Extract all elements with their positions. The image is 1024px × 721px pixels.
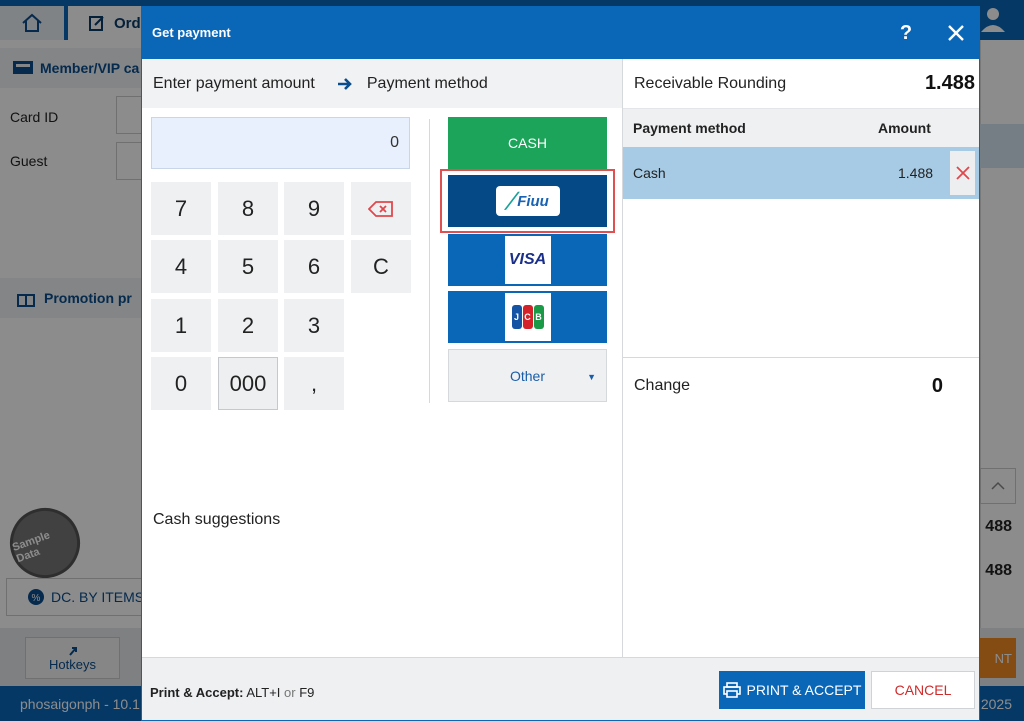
close-button[interactable]	[942, 19, 970, 47]
key-7[interactable]: 7	[151, 182, 211, 235]
jcb-logo: JCB	[504, 293, 551, 341]
key-8[interactable]: 8	[218, 182, 278, 235]
step-enter-amount: Enter payment amount	[153, 74, 315, 92]
change-value: 0	[931, 374, 943, 397]
jcb-method-button[interactable]: JCB	[448, 291, 607, 343]
printer-icon	[722, 682, 741, 698]
shortcut-or: or	[284, 685, 296, 700]
receivable-value: 1.488	[924, 72, 975, 94]
key-5[interactable]: 5	[218, 240, 278, 293]
chevron-down-icon: ▼	[587, 372, 596, 382]
other-method-label: Other	[509, 367, 545, 384]
help-button[interactable]: ?	[894, 19, 918, 47]
receivable-label: Receivable Rounding	[634, 74, 787, 92]
payment-row-amount: 1.488	[898, 165, 934, 181]
get-payment-dialog: Get payment ? Enter payment amount Payme…	[141, 6, 980, 721]
key-6[interactable]: 6	[284, 240, 344, 293]
cancel-button[interactable]: CANCEL	[871, 671, 975, 709]
key-000[interactable]: 000	[218, 357, 278, 410]
cash-method-button[interactable]: CASH	[448, 117, 607, 169]
visa-logo: VISA	[504, 236, 551, 284]
backspace-key[interactable]	[351, 182, 411, 235]
clear-key[interactable]: C	[351, 240, 411, 293]
arrow-right-icon	[337, 77, 352, 90]
cash-method-label: CASH	[508, 135, 547, 151]
summary-divider	[623, 357, 979, 358]
amount-input[interactable]: 0	[151, 117, 410, 169]
payment-row-method: Cash	[633, 165, 666, 181]
key-2[interactable]: 2	[218, 299, 278, 352]
payment-method-column-header: Payment method	[633, 120, 746, 136]
print-accept-label: PRINT & ACCEPT	[746, 682, 862, 698]
shortcut-keys-2: F9	[299, 685, 315, 700]
shortcut-keys-1: ALT+I	[246, 685, 281, 700]
amount-column-header: Amount	[878, 120, 931, 136]
table-row[interactable]: Cash 1.488	[623, 147, 979, 199]
visa-method-button[interactable]: VISA	[448, 234, 607, 286]
dialog-title: Get payment	[152, 25, 231, 40]
cash-suggestions-label: Cash suggestions	[153, 511, 281, 528]
key-9[interactable]: 9	[284, 182, 344, 235]
keypad-divider	[429, 119, 430, 403]
receivable-row: Receivable Rounding 1.488	[623, 59, 979, 109]
other-method-dropdown[interactable]: Other ▼	[448, 349, 607, 402]
close-icon	[955, 166, 970, 180]
payment-table-header: Payment method Amount	[623, 109, 979, 147]
key-comma[interactable]: ,	[284, 357, 344, 410]
cancel-label: CANCEL	[894, 682, 952, 698]
remove-payment-button[interactable]	[950, 151, 975, 195]
steps-bar: Enter payment amount Payment method	[142, 59, 622, 108]
step-payment-method: Payment method	[366, 74, 488, 92]
key-1[interactable]: 1	[151, 299, 211, 352]
key-3[interactable]: 3	[284, 299, 344, 352]
change-label: Change	[634, 377, 691, 394]
shortcut-label: Print & Accept:	[150, 685, 244, 700]
shortcut-hint: Print & Accept: ALT+I or F9	[150, 685, 314, 700]
close-icon	[948, 25, 964, 41]
change-row: Change 0	[623, 369, 979, 403]
payment-entry-pane: Enter payment amount Payment method 0 7 …	[142, 59, 622, 657]
key-0[interactable]: 0	[151, 357, 211, 410]
payment-summary-pane: Receivable Rounding 1.488 Payment method…	[622, 59, 979, 657]
dialog-header: Get payment ?	[142, 7, 979, 59]
dialog-footer: Print & Accept: ALT+I or F9 PRINT & ACCE…	[142, 657, 979, 720]
backspace-icon	[368, 200, 393, 217]
fiuu-highlight-box	[440, 169, 615, 233]
key-4[interactable]: 4	[151, 240, 211, 293]
print-accept-button[interactable]: PRINT & ACCEPT	[719, 671, 865, 709]
